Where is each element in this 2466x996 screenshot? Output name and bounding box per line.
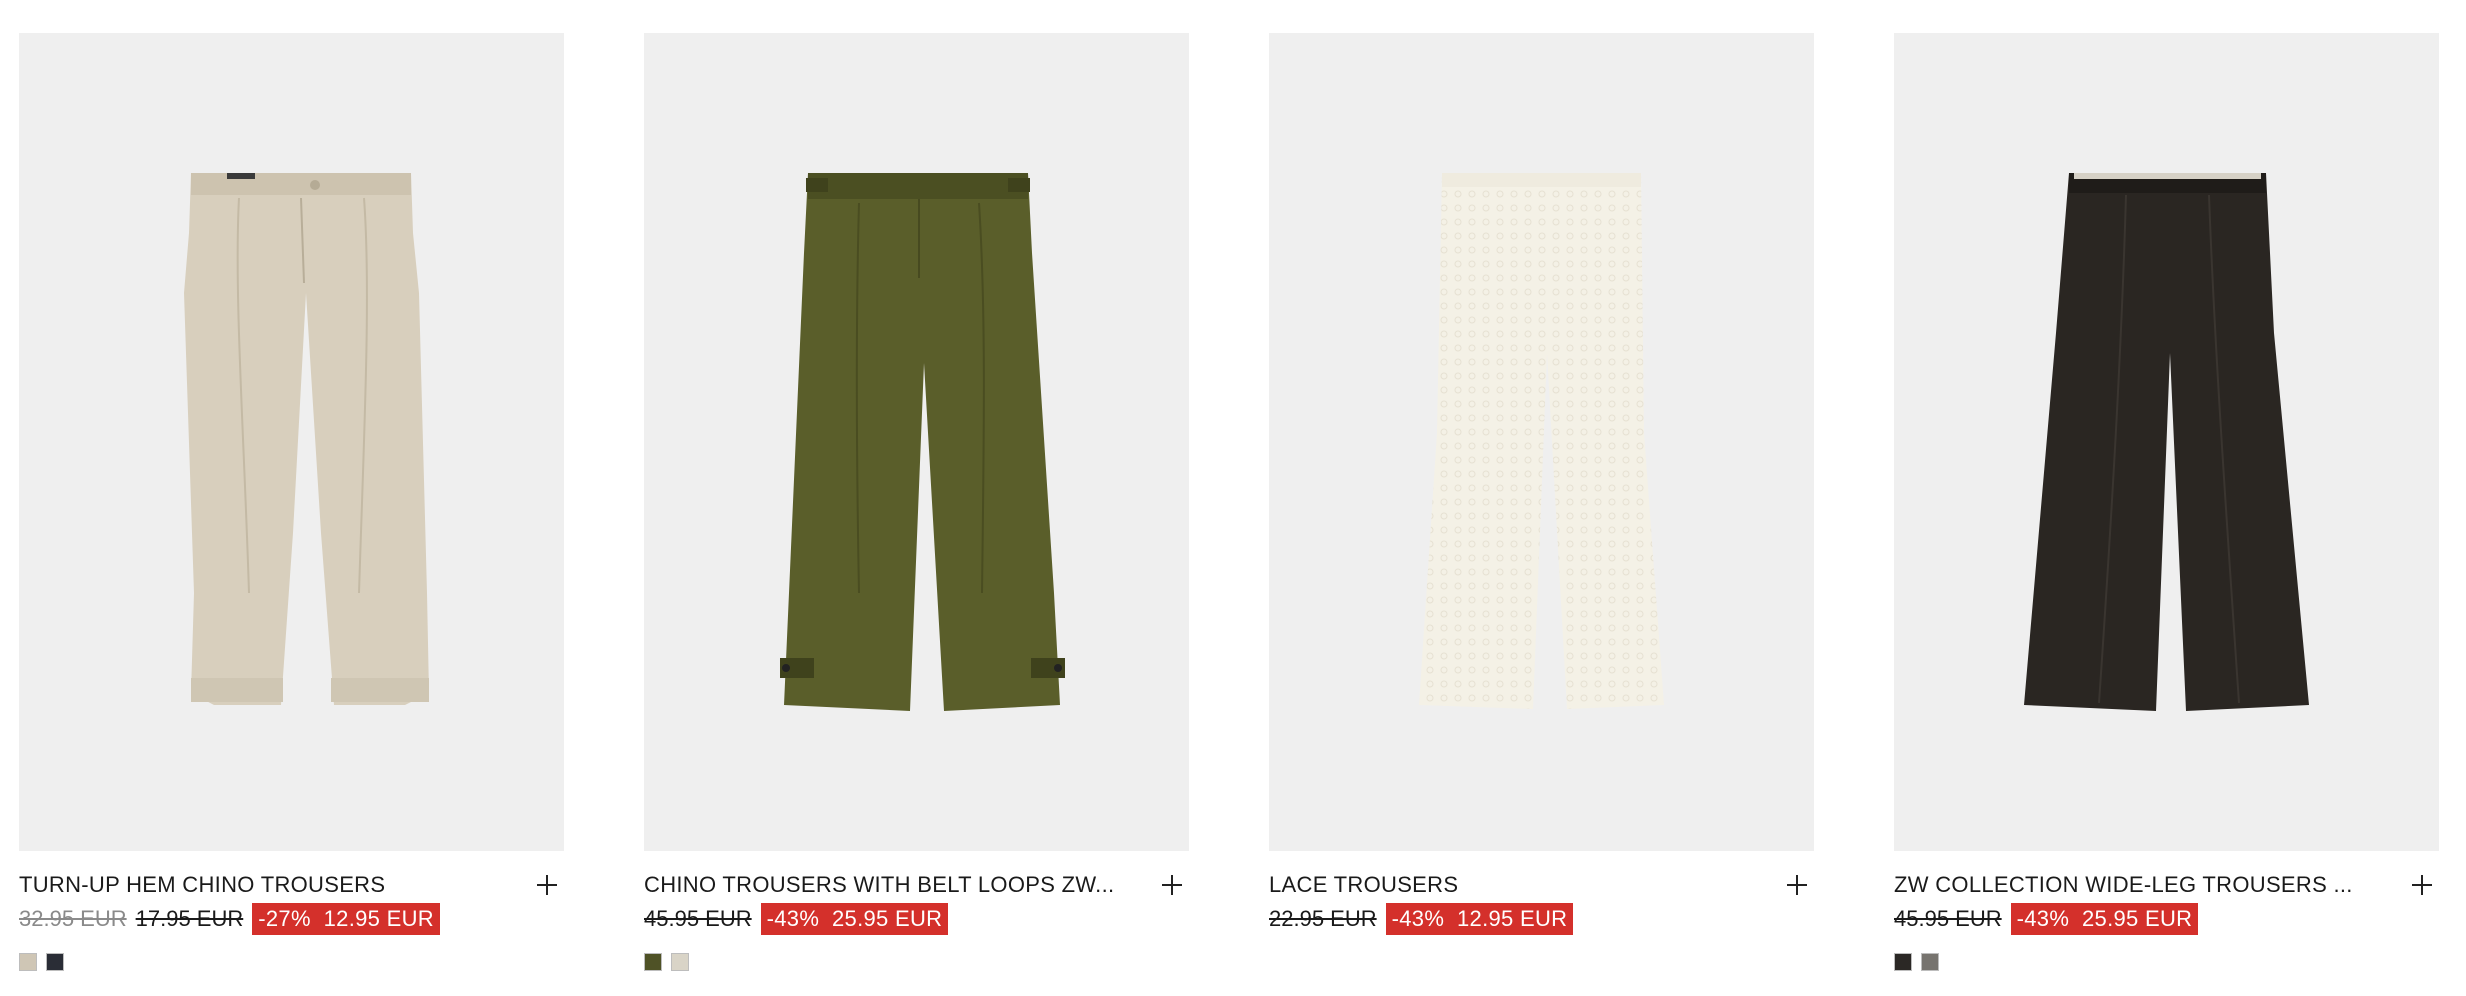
- price-row: 45.95 EUR -43% 25.95 EUR: [644, 903, 1189, 935]
- product-image[interactable]: [1894, 33, 2439, 851]
- tapered-chino-trousers-image: [184, 173, 429, 705]
- product-image[interactable]: [644, 33, 1189, 851]
- price-row: 22.95 EUR -43% 12.95 EUR: [1269, 903, 1814, 935]
- color-swatches: [19, 953, 564, 971]
- product-card: CHINO TROUSERS WITH BELT LOOPS ZW... 45.…: [644, 33, 1189, 971]
- original-price: 22.95 EUR: [1269, 906, 1377, 931]
- previous-price: 17.95 EUR: [135, 906, 244, 931]
- product-grid: TURN-UP HEM CHINO TROUSERS 32.95 EUR 17.…: [19, 33, 2447, 971]
- plus-icon[interactable]: [1159, 872, 1185, 898]
- color-swatches: [644, 953, 1189, 971]
- color-swatches: [1894, 953, 2439, 971]
- original-price: 45.95 EUR: [1894, 906, 2002, 931]
- plus-icon[interactable]: [2409, 872, 2435, 898]
- sale-price: 12.95 EUR: [1457, 906, 1568, 931]
- color-swatch-navy[interactable]: [46, 953, 64, 971]
- product-title[interactable]: TURN-UP HEM CHINO TROUSERS: [19, 872, 385, 898]
- olive-chino-trousers-image: [780, 173, 1065, 711]
- original-price: 32.95 EUR: [19, 906, 127, 931]
- sale-badge: -27% 12.95 EUR: [252, 903, 440, 935]
- product-card: ZW COLLECTION WIDE-LEG TROUSERS ... 45.9…: [1894, 33, 2439, 971]
- discount-percent: -27%: [258, 906, 311, 931]
- sale-badge: -43% 12.95 EUR: [1385, 903, 1574, 935]
- product-card: LACE TROUSERS 22.95 EUR -43% 12.95 EUR: [1269, 33, 1814, 971]
- product-card: TURN-UP HEM CHINO TROUSERS 32.95 EUR 17.…: [19, 33, 564, 971]
- color-swatch-cream[interactable]: [671, 953, 689, 971]
- discount-percent: -43%: [766, 906, 820, 931]
- product-title[interactable]: LACE TROUSERS: [1269, 872, 1458, 898]
- original-price: 45.95 EUR: [644, 906, 752, 931]
- color-swatch-beige[interactable]: [19, 953, 37, 971]
- sale-badge: -43% 25.95 EUR: [2010, 903, 2199, 935]
- lace-trousers-image: [1419, 173, 1664, 709]
- product-title[interactable]: CHINO TROUSERS WITH BELT LOOPS ZW...: [644, 872, 1114, 898]
- discount-percent: -43%: [2016, 906, 2070, 931]
- plus-icon[interactable]: [534, 872, 560, 898]
- color-swatch-olive[interactable]: [644, 953, 662, 971]
- color-swatch-black[interactable]: [1894, 953, 1912, 971]
- color-swatch-grey[interactable]: [1921, 953, 1939, 971]
- product-image[interactable]: [1269, 33, 1814, 851]
- product-image[interactable]: [19, 33, 564, 851]
- price-row: 45.95 EUR -43% 25.95 EUR: [1894, 903, 2439, 935]
- wide-leg-trousers-image: [2024, 173, 2309, 711]
- sale-price: 12.95 EUR: [323, 906, 434, 931]
- price-row: 32.95 EUR 17.95 EUR -27% 12.95 EUR: [19, 903, 564, 935]
- sale-badge: -43% 25.95 EUR: [760, 903, 949, 935]
- discount-percent: -43%: [1391, 906, 1445, 931]
- product-title[interactable]: ZW COLLECTION WIDE-LEG TROUSERS ...: [1894, 872, 2353, 898]
- sale-price: 25.95 EUR: [2082, 906, 2193, 931]
- sale-price: 25.95 EUR: [832, 906, 943, 931]
- plus-icon[interactable]: [1784, 872, 1810, 898]
